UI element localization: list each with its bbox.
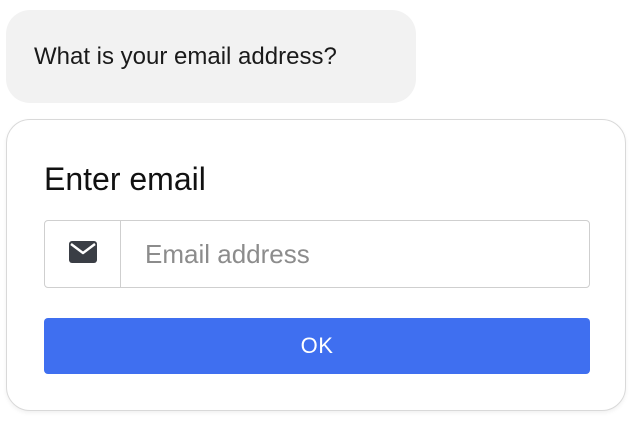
email-input-group [44, 220, 590, 288]
email-field[interactable] [121, 221, 589, 287]
ok-button[interactable]: OK [44, 318, 590, 374]
chat-message-bubble: What is your email address? [6, 10, 416, 103]
email-input-addon [45, 221, 121, 287]
form-title: Enter email [44, 161, 206, 197]
chat-question-text: What is your email address? [34, 42, 337, 70]
envelope-icon [68, 240, 97, 268]
email-form-card: Enter email OK [6, 119, 626, 411]
